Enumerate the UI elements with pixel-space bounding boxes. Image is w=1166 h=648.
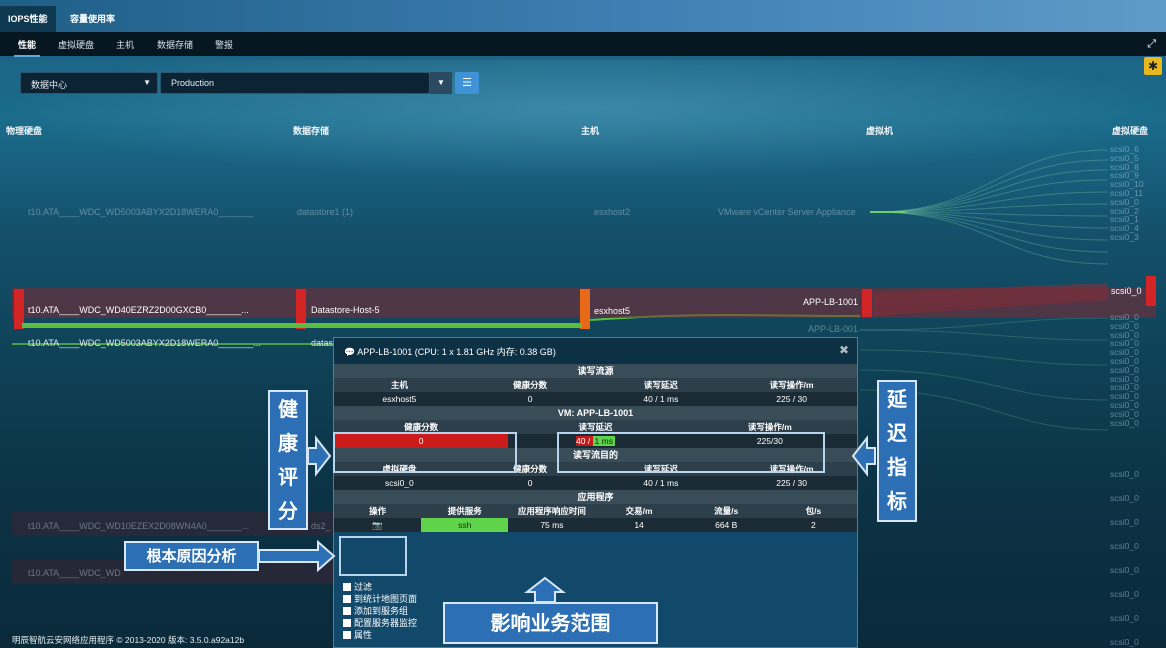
annotation-arrows bbox=[258, 435, 876, 603]
footer-copyright: 明辰智航云安网络应用程序 © 2013-2020 版本: 3.5.0.a92a1… bbox=[12, 635, 245, 645]
